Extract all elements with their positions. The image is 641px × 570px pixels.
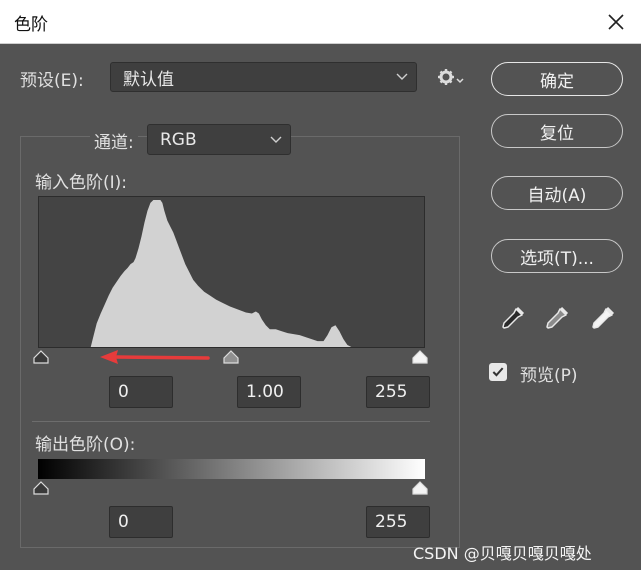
auto-button[interactable]: 自动(A) <box>491 176 623 210</box>
preview-checkbox[interactable] <box>489 363 507 381</box>
reset-button[interactable]: 复位 <box>491 114 623 148</box>
chevron-down-icon <box>270 136 282 143</box>
settings-menu-button[interactable] <box>436 66 464 88</box>
close-button[interactable] <box>599 6 633 38</box>
channel-value: RGB <box>160 129 197 150</box>
preview-label: 预览(P) <box>520 366 578 386</box>
output-levels-label: 输出色阶(O): <box>35 435 136 455</box>
ok-button[interactable]: 确定 <box>491 62 623 96</box>
black-eyedropper-icon[interactable] <box>499 306 525 332</box>
preset-value: 默认值 <box>123 69 174 90</box>
checkmark-icon <box>492 367 504 377</box>
section-divider <box>32 421 430 422</box>
histogram <box>38 196 425 348</box>
input-gamma-slider-handle[interactable] <box>223 350 239 364</box>
output-white-slider-handle[interactable] <box>412 481 428 495</box>
output-black-slider-handle[interactable] <box>33 481 49 495</box>
channel-label: 通道: <box>90 128 138 153</box>
close-icon <box>608 14 624 30</box>
arrow-annotation-icon <box>100 350 210 364</box>
channel-select[interactable]: RGB <box>147 124 291 155</box>
gray-eyedropper-icon[interactable] <box>543 306 569 332</box>
chevron-down-icon <box>396 73 408 80</box>
input-levels-label: 输入色阶(I): <box>35 173 128 193</box>
input-gamma-field[interactable]: 1.00 <box>237 376 301 408</box>
input-black-slider-handle[interactable] <box>33 350 49 364</box>
watermark-text: CSDN @贝嘎贝嘎贝嘎处 <box>413 544 592 563</box>
histogram-graph <box>39 199 424 347</box>
white-eyedropper-icon[interactable] <box>589 306 615 332</box>
input-white-field[interactable]: 255 <box>366 376 430 408</box>
gear-icon <box>438 69 464 85</box>
options-button[interactable]: 选项(T)... <box>491 239 623 273</box>
preset-select[interactable]: 默认值 <box>110 62 417 92</box>
output-white-field[interactable]: 255 <box>366 506 430 538</box>
window-title: 色阶 <box>14 15 48 35</box>
input-black-field[interactable]: 0 <box>109 376 173 408</box>
output-gradient-bar <box>38 459 425 479</box>
title-bar: 色阶 <box>0 0 641 44</box>
input-white-slider-handle[interactable] <box>412 350 428 364</box>
histogram-area <box>39 199 424 347</box>
preset-label: 预设(E): <box>20 71 84 91</box>
output-black-field[interactable]: 0 <box>109 506 173 538</box>
